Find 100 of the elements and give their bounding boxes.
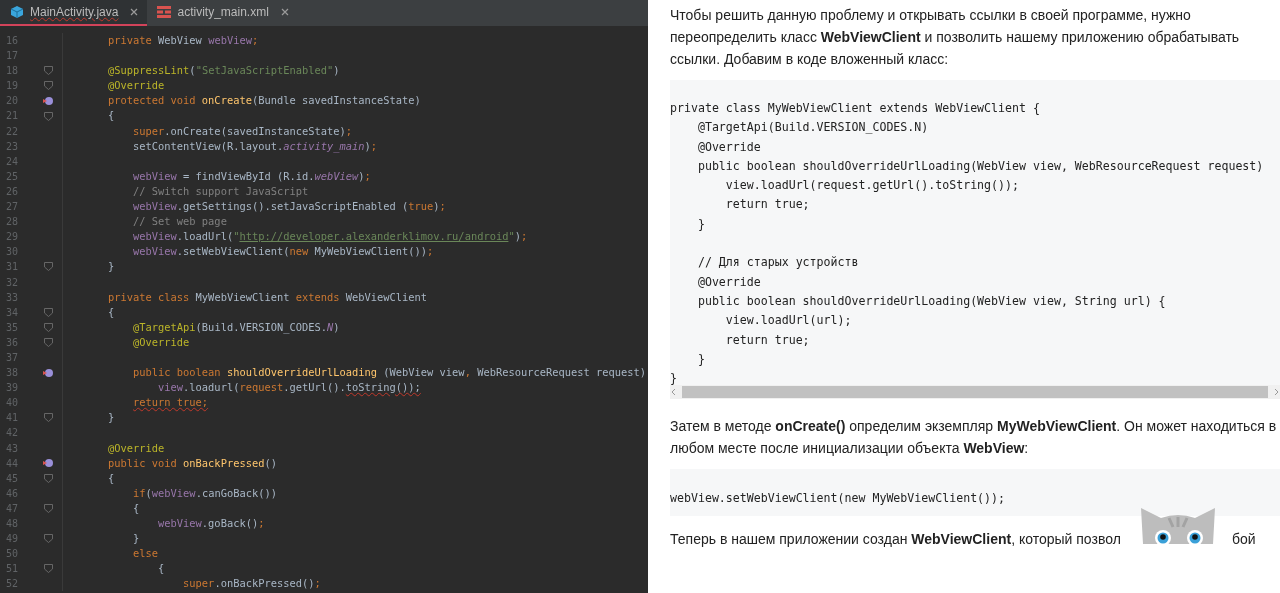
line-number: 38 — [5, 366, 20, 381]
scroll-right-icon[interactable] — [1272, 388, 1280, 396]
line-number: 29 — [5, 230, 20, 245]
code-line: else — [132, 547, 159, 560]
code-line: @Override — [696, 138, 761, 156]
fold-icon[interactable] — [43, 66, 53, 76]
code-line: if(webView.canGoBack()) — [132, 486, 277, 499]
line-number: 16 — [5, 34, 20, 48]
code-line: public boolean shouldOverrideUrlLoading(WebView view, String url) { — [696, 292, 1166, 310]
line-number: 46 — [5, 486, 20, 501]
code-line: @TargetApi(Build.VERSION_CODES.N) — [696, 119, 929, 137]
override-icon[interactable] — [42, 95, 54, 106]
close-icon[interactable] — [130, 8, 139, 16]
file-tab[interactable]: activity_main.xml — [147, 0, 298, 26]
code-line: return true; — [132, 396, 209, 409]
code-line: } — [107, 411, 115, 424]
paragraph: Теперь в нашем приложении создан WebViewClient, который позвол — [670, 530, 1121, 549]
code-line: webView.getSettings().setJavaScriptEnabled (true); — [132, 200, 446, 213]
line-number: 33 — [5, 290, 20, 305]
code-line: private class MyWebViewClient extends WebViewClient { — [670, 100, 1040, 117]
code-line: @Override — [107, 79, 165, 92]
fold-icon[interactable] — [43, 81, 53, 91]
code-line: // Set web page — [132, 215, 227, 228]
line-number: 51 — [5, 562, 20, 577]
code-line: { — [107, 109, 115, 122]
line-number: 43 — [5, 441, 20, 456]
file-tab[interactable]: MainActivity.java — [0, 0, 148, 26]
line-number: 37 — [5, 350, 20, 365]
code-line: } — [696, 215, 705, 233]
code-line: // Switch support JavaScript — [132, 184, 309, 197]
line-number: 52 — [5, 577, 20, 592]
code-line: return true; — [724, 331, 810, 349]
line-number: 24 — [5, 154, 20, 169]
code-line: webView.setWebViewClient(new MyWebViewClient()); — [670, 490, 1006, 507]
code-line: view.loadurl(request.getUrl().toString()); — [157, 381, 421, 394]
code-line: public void onBackPressed() — [107, 456, 277, 469]
scroll-left-icon[interactable] — [670, 388, 678, 396]
line-number: 31 — [5, 260, 20, 275]
code-line: return true; — [724, 196, 810, 214]
layout-icon — [157, 6, 172, 18]
code-line: @Override — [132, 335, 190, 348]
line-number: 20 — [5, 94, 20, 109]
close-icon[interactable] — [280, 8, 289, 16]
code-line: private class MyWebViewClient extends WebViewClient — [107, 290, 428, 303]
code-line: { — [107, 471, 115, 484]
line-number: 26 — [5, 184, 20, 199]
code-line: webView.goBack(); — [157, 517, 265, 529]
fold-icon[interactable] — [43, 413, 53, 423]
code-line: webView.loadUrl("http://developer.alexanderklimov.ru/android"); — [132, 230, 528, 243]
fold-icon[interactable] — [43, 473, 53, 483]
code-line: @SuppressLint("SetJavaScriptEnabled") — [107, 64, 340, 77]
line-number: 45 — [5, 471, 20, 486]
code-line: view.loadUrl(url); — [724, 312, 852, 330]
override-icon[interactable] — [42, 458, 54, 469]
line-number: 23 — [5, 139, 20, 154]
line-number: 41 — [5, 411, 20, 426]
line-number: 50 — [5, 547, 20, 562]
code-line: webView = findViewById (R.id.webView); — [132, 169, 371, 182]
code-line: { — [107, 305, 115, 318]
code-line: protected void onCreate(Bundle savedInstanceState) — [107, 94, 421, 107]
line-number: 42 — [5, 426, 20, 441]
line-number: 35 — [5, 320, 20, 335]
code-line: // Для старых устройств — [696, 254, 859, 272]
fold-icon[interactable] — [43, 534, 53, 544]
code-line: view.loadUrl(request.getUrl().toString()); — [724, 177, 1019, 195]
code-line: super.onBackPressed(); — [182, 577, 321, 590]
line-number: 17 — [5, 49, 20, 64]
line-number: 19 — [5, 79, 20, 94]
code-line: @TargetApi(Build.VERSION_CODES.N) — [132, 320, 340, 333]
fold-icon[interactable] — [43, 322, 53, 332]
override-icon[interactable] — [42, 367, 54, 378]
cube-icon — [10, 5, 24, 19]
code-line: setContentView(R.layout.activity_main); — [132, 139, 378, 152]
line-number: 30 — [5, 245, 20, 260]
code-line: } — [696, 350, 705, 368]
line-number: 27 — [5, 200, 20, 215]
code-line: webView.setWebViewClient(new MyWebViewClient()); — [132, 245, 434, 258]
fold-icon[interactable] — [43, 262, 53, 272]
scrollbar[interactable] — [670, 385, 1280, 399]
line-number: 47 — [5, 501, 20, 516]
line-number: 48 — [5, 517, 20, 531]
paragraph: Чтобы решить данную проблему и открывать ссылки в своей программе, нужно переопределить класс WebViewClient и позволить нашему приложению обрабатывать ссылки. Добавим в коде вложенный класс: — [670, 6, 1241, 69]
code-line: } — [670, 370, 677, 385]
line-number: 39 — [5, 381, 20, 396]
line-number: 21 — [5, 109, 20, 124]
fold-icon[interactable] — [43, 564, 53, 574]
fold-icon[interactable] — [43, 503, 53, 513]
code-line: { — [132, 501, 140, 514]
code-line: private WebView webView; — [107, 34, 259, 46]
line-number: 36 — [5, 335, 20, 350]
line-number: 44 — [5, 456, 20, 471]
line-number: 49 — [5, 532, 20, 547]
code-line: public boolean shouldOverrideUrlLoading (WebView view, WebResourceRequest request) — [132, 366, 647, 379]
line-number: 22 — [5, 124, 20, 139]
code-line: @Override — [696, 273, 761, 291]
paragraph: Затем в методе onCreate() определим экземпляр MyWebViewClient. Он может находиться в любом месте после инициализации объекта WebView: — [670, 417, 1278, 458]
code-line: public boolean shouldOverrideUrlLoading(WebView view, WebResourceRequest request) — [696, 157, 1264, 175]
fold-icon[interactable] — [43, 307, 53, 317]
fold-icon[interactable] — [43, 111, 53, 121]
fold-icon[interactable] — [43, 337, 53, 347]
